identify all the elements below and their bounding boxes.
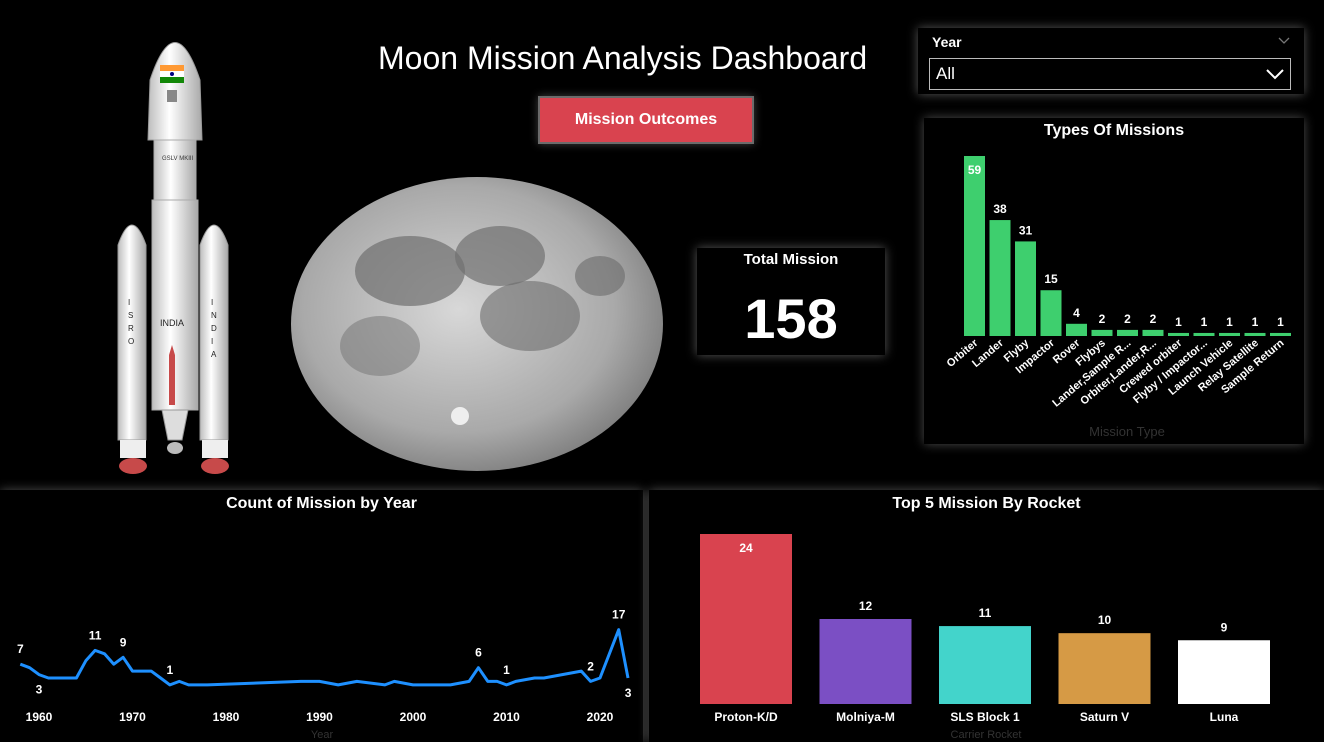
mission-outcomes-button[interactable]: Mission Outcomes [538, 96, 754, 144]
data-label: 2 [1150, 312, 1157, 326]
svg-text:GSLV MKIII: GSLV MKIII [162, 156, 194, 162]
data-label: 11 [979, 606, 992, 620]
tick-label: 1960 [26, 710, 53, 724]
data-label: 3 [625, 686, 632, 700]
svg-text:O: O [128, 337, 134, 346]
bar [1193, 332, 1215, 336]
data-label: 7 [17, 642, 24, 656]
bar [1219, 332, 1240, 336]
collapse-icon[interactable] [1278, 34, 1290, 48]
data-label: 1 [1201, 315, 1208, 329]
bar [1066, 323, 1087, 336]
data-label: 12 [859, 599, 873, 613]
page-title: Moon Mission Analysis Dashboard [378, 40, 868, 76]
tick-label: 2010 [493, 710, 520, 724]
data-label: 1 [1252, 315, 1259, 329]
data-label: 10 [1098, 613, 1112, 627]
tick-label: 1980 [213, 710, 240, 724]
data-label: 1 [1277, 315, 1284, 329]
tick-label: 1990 [306, 710, 333, 724]
top-rockets-chart[interactable]: Top 5 Mission By Rocket 24 Proton-K/D 12 Mo… [649, 490, 1324, 742]
data-label: 11 [89, 628, 102, 642]
data-label: 24 [739, 541, 753, 555]
bar [1058, 633, 1151, 704]
data-label: 4 [1073, 306, 1080, 320]
tick-label: Proton-K/D [714, 710, 778, 724]
tick-label: 2020 [587, 710, 614, 724]
axis-label: Year [311, 729, 334, 741]
svg-text:N: N [211, 311, 217, 320]
moon-image [291, 177, 663, 471]
axis-label: Carrier Rocket [951, 729, 1022, 741]
bar [964, 156, 985, 336]
svg-text:D: D [211, 324, 217, 333]
data-label: 9 [1221, 620, 1228, 634]
data-label: 38 [993, 202, 1007, 216]
svg-text:A: A [211, 350, 217, 359]
data-label: 6 [475, 646, 482, 660]
data-label: 59 [968, 163, 982, 177]
svg-text:I: I [128, 298, 130, 307]
bar [1178, 640, 1270, 704]
data-label: 15 [1044, 272, 1058, 286]
bar [1040, 290, 1062, 336]
series-line [19, 628, 630, 687]
tick-label: Luna [1210, 710, 1239, 724]
svg-text:I: I [211, 337, 213, 346]
missions-by-year-chart[interactable]: Count of Mission by Year 7 3 11 9 1 6 1 2 17 3 196… [0, 490, 643, 742]
data-label: 1 [1226, 315, 1233, 329]
data-label: 9 [120, 635, 127, 649]
bar [1091, 329, 1113, 336]
rocket-image: GSLV MKIII INDIA I S R O I N D I A [117, 42, 229, 474]
axis-label: Mission Type [1089, 424, 1165, 439]
data-label: 17 [612, 608, 626, 622]
card-value: 158 [744, 287, 838, 350]
chevron-down-icon [1266, 69, 1284, 80]
svg-text:R: R [128, 324, 134, 333]
bar [989, 220, 1011, 336]
svg-text:I: I [211, 298, 213, 307]
bar [700, 534, 792, 704]
year-slicer: Year All [918, 28, 1304, 94]
year-dropdown-value: All [936, 64, 955, 83]
tick-label: 2000 [400, 710, 427, 724]
types-of-missions-chart[interactable]: Types Of Missions 59 Orbiter 38 Lander 31 Fly… [924, 118, 1304, 444]
bar [939, 626, 1031, 704]
svg-text:INDIA: INDIA [160, 318, 184, 328]
data-label: 2 [1124, 312, 1131, 326]
bar [1244, 332, 1266, 336]
bar [1270, 332, 1291, 336]
tick-label: 1970 [119, 710, 146, 724]
tick-label: SLS Block 1 [950, 710, 1020, 724]
data-label: 1 [167, 663, 174, 677]
data-label: 1 [503, 663, 510, 677]
data-label: 3 [36, 683, 43, 697]
data-label: 31 [1019, 223, 1033, 237]
bar [1142, 329, 1164, 336]
data-label: 2 [587, 659, 594, 673]
data-label: 2 [1099, 312, 1106, 326]
data-label: 1 [1175, 315, 1182, 329]
total-mission-card: Total Mission 158 [697, 248, 885, 355]
slicer-label: Year [932, 34, 962, 50]
tick-label: Molniya-M [836, 710, 895, 724]
bar [1117, 329, 1138, 336]
bar [1015, 241, 1036, 336]
bar [819, 619, 912, 704]
bar [1168, 332, 1189, 336]
svg-text:S: S [128, 311, 133, 320]
tick-label: Saturn V [1080, 710, 1129, 724]
card-label: Total Mission [743, 251, 839, 268]
year-dropdown[interactable]: All [929, 58, 1291, 90]
